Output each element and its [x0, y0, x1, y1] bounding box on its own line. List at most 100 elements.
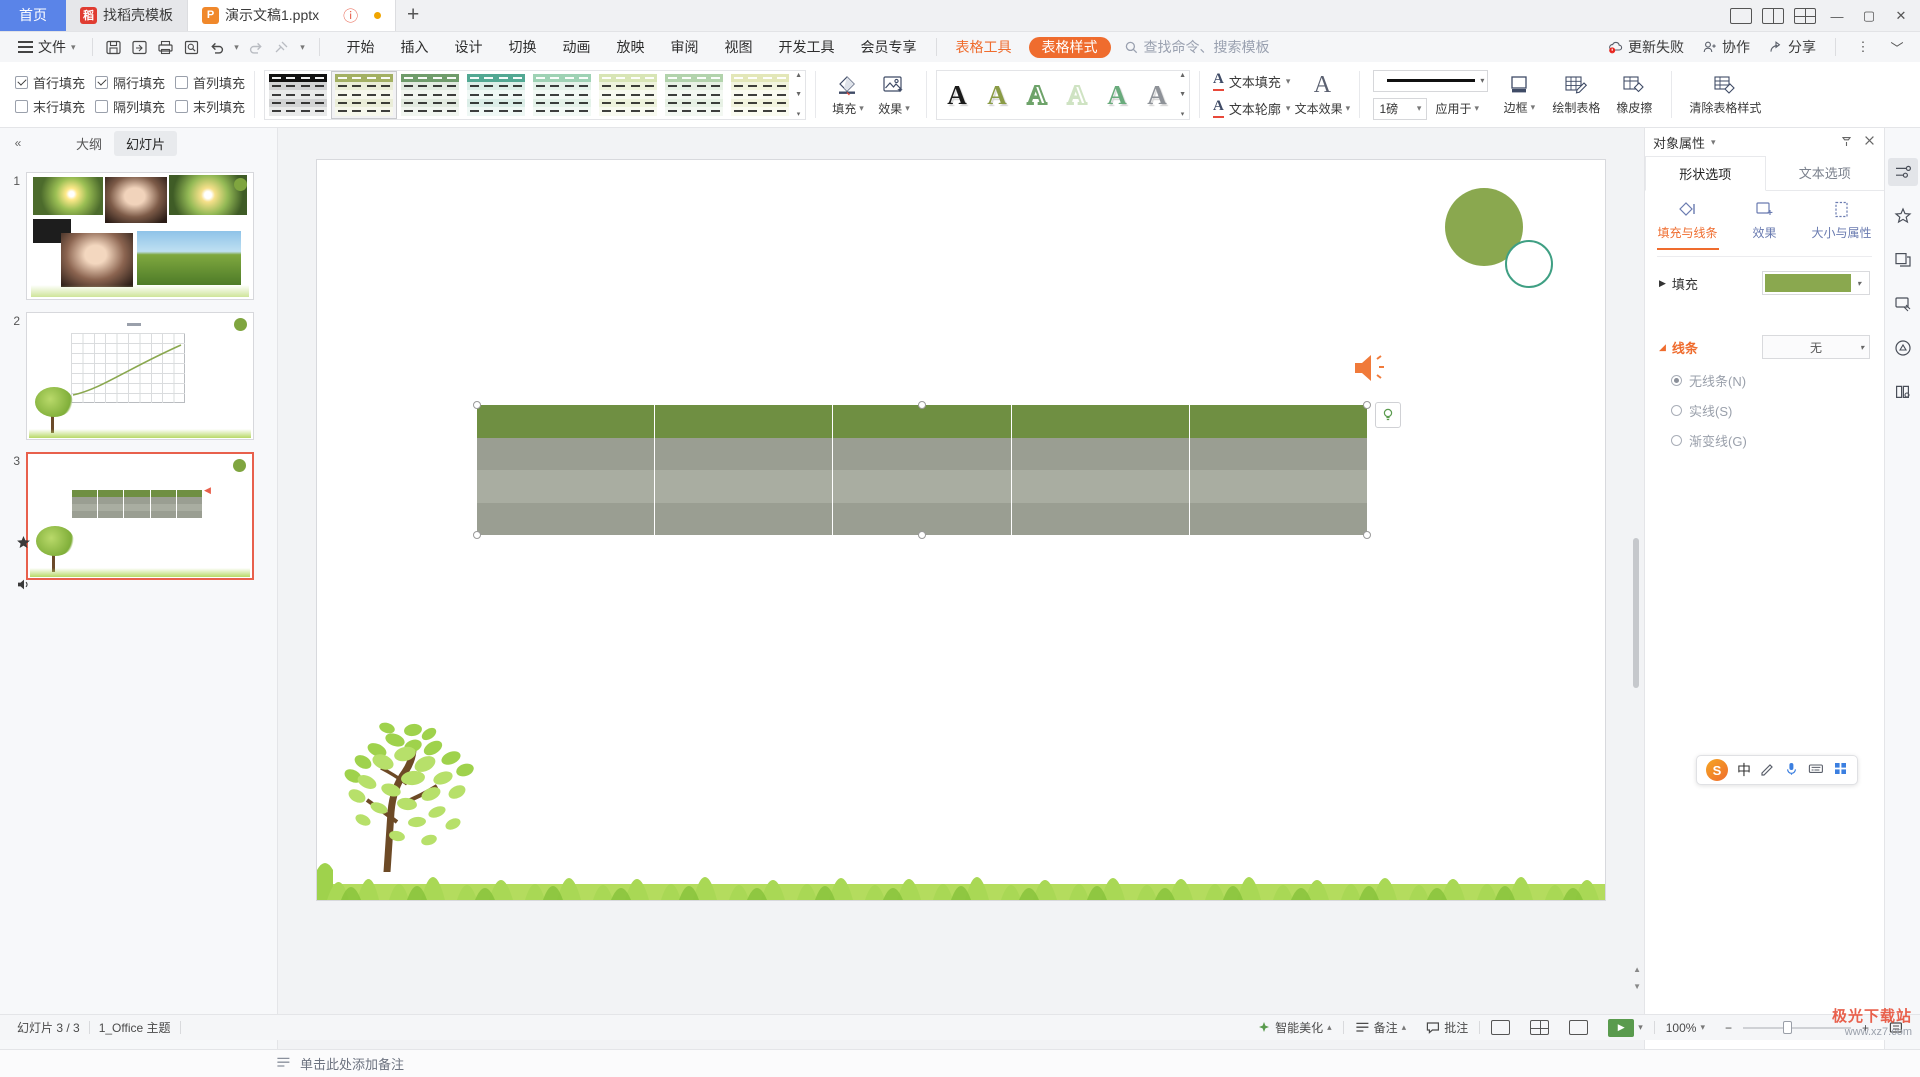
keyboard-icon[interactable]: [1808, 761, 1824, 779]
table-cell[interactable]: [477, 405, 656, 438]
more-vertical-icon[interactable]: ⋮: [1848, 32, 1878, 62]
wordart-gray[interactable]: A: [1137, 73, 1177, 117]
table-cell[interactable]: [655, 405, 834, 438]
checkbox-last-column-fill[interactable]: 末列填充: [175, 95, 245, 119]
tab-start[interactable]: 开始: [334, 32, 388, 62]
search-box[interactable]: 查找命令、搜索模板: [1125, 37, 1270, 57]
checkbox-banded-columns[interactable]: 隔列填充: [95, 95, 165, 119]
table-cell[interactable]: [1011, 437, 1190, 470]
tab-home[interactable]: 首页: [0, 0, 66, 31]
ime-mode-label[interactable]: 中: [1737, 760, 1751, 780]
style-black[interactable]: [266, 71, 331, 118]
checkbox-first-row-fill[interactable]: 首行填充: [15, 71, 85, 95]
gallery-scroll-up-icon[interactable]: ▲: [795, 72, 802, 79]
line-type-dropdown[interactable]: 无 ▾: [1762, 335, 1870, 359]
table-cell[interactable]: [1189, 502, 1368, 535]
apply-to-button[interactable]: 应用于 ▾: [1435, 100, 1479, 117]
wordart-pale-outline[interactable]: A: [1057, 73, 1097, 117]
table-cell[interactable]: [1189, 437, 1368, 470]
file-menu-button[interactable]: 文件 ▾: [10, 37, 84, 57]
list-item[interactable]: 2: [0, 306, 277, 446]
slider-knob[interactable]: [1782, 1021, 1792, 1034]
effects-button[interactable]: 效果 ▾: [871, 67, 917, 123]
tab-slides[interactable]: 幻灯片: [114, 130, 178, 156]
undo-dropdown-icon[interactable]: ▾: [231, 35, 243, 59]
effects-star-icon[interactable]: [1888, 202, 1918, 230]
print-preview-icon[interactable]: [179, 35, 205, 59]
style-palegreen[interactable]: [596, 71, 661, 118]
tab-shape-options[interactable]: 形状选项: [1645, 156, 1766, 191]
resize-handle-tr[interactable]: [1363, 401, 1371, 409]
chevron-right-icon[interactable]: ▶: [1659, 278, 1666, 289]
collaborate-button[interactable]: 协作: [1695, 37, 1757, 57]
text-effects-button[interactable]: A 文本效果 ▾: [1294, 67, 1351, 123]
radio-solid-line[interactable]: 实线(S): [1671, 401, 1884, 420]
theme-name[interactable]: 1_Office 主题: [90, 1019, 180, 1036]
checkbox-last-row-fill[interactable]: 末行填充: [15, 95, 85, 119]
share-button[interactable]: 分享: [1761, 37, 1823, 57]
table-cell[interactable]: [1011, 502, 1190, 535]
clear-table-style-button[interactable]: 清除表格样式: [1681, 67, 1769, 123]
table-cell[interactable]: [477, 502, 656, 535]
minimize-button[interactable]: —: [1822, 1, 1852, 31]
table-cell[interactable]: [477, 470, 656, 503]
notes-toggle-button[interactable]: 备注 ▴: [1346, 1019, 1416, 1036]
gallery-scroll-controls[interactable]: ▲ ▼ ▾: [793, 72, 804, 118]
fill-color-picker[interactable]: ▾: [1762, 271, 1870, 295]
reading-icon[interactable]: [1888, 378, 1918, 406]
tab-developer[interactable]: 开发工具: [766, 32, 848, 62]
wordart-scroll-up-icon[interactable]: ▲: [1179, 72, 1186, 79]
checkbox-first-column-fill[interactable]: 首列填充: [175, 71, 245, 95]
audio-icon[interactable]: [8, 570, 38, 598]
canvas-area[interactable]: ▲ ▼: [278, 128, 1644, 1049]
slide-nav-arrows[interactable]: ▲ ▼: [1633, 965, 1641, 991]
prev-slide-icon[interactable]: ▲: [1633, 965, 1641, 974]
selection-pane-icon[interactable]: [1888, 246, 1918, 274]
wordart-olive[interactable]: A: [977, 73, 1017, 117]
star-icon[interactable]: [8, 528, 38, 556]
radio-gradient-line[interactable]: 渐变线(G): [1671, 431, 1884, 450]
properties-icon[interactable]: [1887, 158, 1918, 186]
save-as-icon[interactable]: [127, 35, 153, 59]
style-green[interactable]: [398, 71, 463, 118]
tab-presentation[interactable]: P 演示文稿1.pptx ⓘ: [188, 0, 397, 31]
fill-button[interactable]: 填充 ▾: [825, 67, 871, 123]
table-cell[interactable]: [833, 470, 1012, 503]
tab-animation[interactable]: 动画: [550, 32, 604, 62]
ime-toolbar[interactable]: S 中: [1696, 755, 1858, 785]
tab-slideshow[interactable]: 放映: [604, 32, 658, 62]
table-cell[interactable]: [655, 502, 834, 535]
zoom-value[interactable]: 100% ▾: [1657, 1021, 1714, 1035]
subtab-size-properties[interactable]: 大小与属性: [1807, 200, 1877, 250]
scrollbar-thumb[interactable]: [1633, 538, 1639, 688]
line-style-picker[interactable]: ▾: [1373, 69, 1489, 92]
customize-icon[interactable]: ▾: [295, 35, 311, 59]
design-ideas-icon[interactable]: [1888, 290, 1918, 318]
chevron-down-icon[interactable]: ◢: [1659, 342, 1666, 353]
style-teal[interactable]: [464, 71, 529, 118]
table-cell[interactable]: [1189, 470, 1368, 503]
style-olive[interactable]: [331, 70, 398, 119]
resize-handle-br[interactable]: [1363, 531, 1371, 539]
style-palelime[interactable]: [728, 71, 793, 118]
slide-thumbnail-2[interactable]: [26, 312, 254, 440]
slide-canvas[interactable]: [317, 160, 1605, 900]
style-lightgreen[interactable]: [530, 71, 595, 118]
collapse-left-icon[interactable]: «: [6, 131, 30, 155]
slide-list[interactable]: 1 2 3 ◀: [0, 158, 277, 1003]
tab-table-tools[interactable]: 表格工具: [943, 32, 1025, 62]
border-button[interactable]: 边框 ▾: [1492, 67, 1546, 123]
table-object[interactable]: [477, 405, 1368, 535]
table-cell[interactable]: [1011, 470, 1190, 503]
draw-table-button[interactable]: 绘制表格: [1546, 67, 1606, 123]
zoom-out-button[interactable]: −: [1716, 1021, 1741, 1035]
update-failed-button[interactable]: 更新失败: [1601, 37, 1691, 57]
wordart-green[interactable]: A: [1097, 73, 1137, 117]
list-item[interactable]: 1: [0, 166, 277, 306]
resize-handle-bl[interactable]: [473, 531, 481, 539]
layout-grid-icon[interactable]: [1790, 1, 1820, 31]
gallery-scroll-down-icon[interactable]: ▼: [795, 91, 802, 98]
comments-button[interactable]: 批注: [1417, 1019, 1477, 1036]
resize-handle-tl[interactable]: [473, 401, 481, 409]
subtab-fill-and-line[interactable]: 填充与线条: [1653, 200, 1723, 250]
